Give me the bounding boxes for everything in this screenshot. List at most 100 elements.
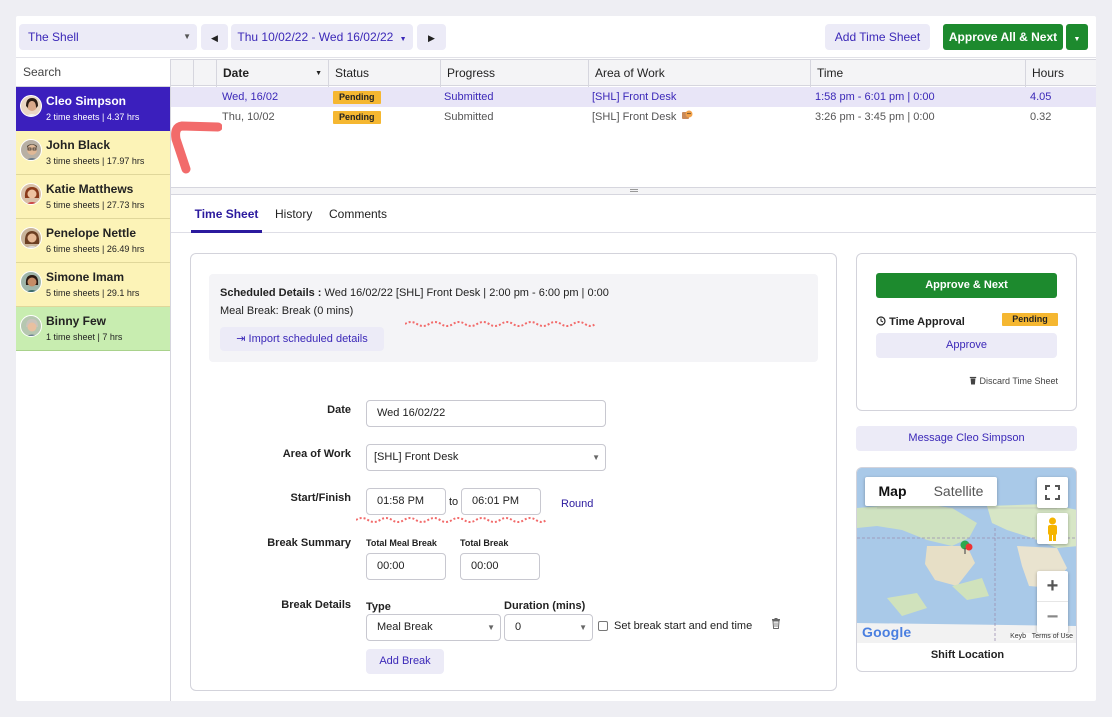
date-field[interactable]: Wed 16/02/22 (366, 400, 606, 427)
start-time-field[interactable]: 01:58 PM (366, 488, 446, 515)
add-timesheet-button[interactable]: Add Time Sheet (825, 24, 930, 50)
duration-label: Duration (mins) (504, 600, 586, 612)
progress-column-header[interactable]: Progress (440, 60, 588, 87)
avatar (20, 95, 42, 117)
tab-comments[interactable]: Comments (329, 196, 387, 233)
area-label: Area of Work (282, 448, 351, 460)
trash-icon[interactable] (771, 618, 781, 632)
detail-tabs: Time Sheet History Comments (171, 196, 1096, 233)
next-week-button[interactable]: ▶ (417, 24, 446, 50)
shift-location-map: Map Satellite + − Google Keyb Terms of U… (856, 467, 1077, 672)
employee-item[interactable]: Penelope Nettle 6 time sheets | 26.49 hr… (16, 219, 170, 263)
avatar (20, 315, 42, 337)
round-link[interactable]: Round (561, 498, 593, 510)
row-area: [SHL] Front Desk (592, 91, 677, 103)
employee-summary: 3 time sheets | 17.97 hrs (46, 156, 145, 166)
street-view-button[interactable] (1037, 513, 1068, 544)
scheduled-meal-break: Meal Break: Break (0 mins) (220, 305, 354, 317)
annotation-squiggle (356, 517, 546, 523)
row-area: [SHL] Front Desk (592, 111, 677, 123)
chevron-right-icon: ▶ (428, 33, 435, 43)
map-type-toggle: Map Satellite (865, 477, 997, 506)
scheduled-details-line: Scheduled Details : Wed 16/02/22 [SHL] F… (220, 287, 609, 299)
employee-name: Penelope Nettle (46, 226, 137, 240)
date-label: Date (327, 404, 351, 416)
tab-history[interactable]: History (275, 196, 312, 233)
row-date: Thu, 10/02 (222, 111, 275, 123)
employee-item[interactable]: Simone Imam 5 time sheets | 29.1 hrs (16, 263, 170, 307)
date-column-header[interactable]: Date ▼ (216, 60, 328, 87)
map-tab[interactable]: Map (865, 477, 920, 506)
zoom-out-button[interactable]: − (1037, 602, 1068, 632)
approve-all-menu-button[interactable]: ▼ (1066, 24, 1088, 50)
pegman-icon (1037, 517, 1068, 547)
employee-item[interactable]: Katie Matthews 5 time sheets | 27.73 hrs (16, 175, 170, 219)
employee-summary: 6 time sheets | 26.49 hrs (46, 244, 145, 254)
fullscreen-button[interactable] (1037, 477, 1068, 508)
finish-time-field[interactable]: 06:01 PM (461, 488, 541, 515)
avatar (20, 227, 42, 249)
row-progress: Submitted (444, 111, 494, 123)
employee-sidebar: Search Cleo Simpson 2 time sheets | 4.37… (16, 59, 222, 701)
status-badge: Pending (333, 87, 381, 107)
area-select-value: [SHL] Front Desk (374, 451, 459, 463)
total-meal-field[interactable]: 00:00 (366, 553, 446, 580)
set-start-end-checkbox[interactable] (598, 621, 608, 631)
import-scheduled-button[interactable]: ⇥ Import scheduled details (220, 327, 384, 351)
employee-summary: 2 time sheets | 4.37 hrs (46, 112, 140, 122)
total-break-field[interactable]: 00:00 (460, 553, 540, 580)
employee-search-input[interactable]: Search (16, 59, 170, 87)
employee-item[interactable]: John Black 3 time sheets | 17.97 hrs (16, 131, 170, 175)
pane-splitter[interactable] (171, 187, 1096, 195)
table-row[interactable]: Wed, 16/02 Pending Submitted [SHL] Front… (171, 87, 1096, 107)
approve-next-button[interactable]: Approve & Next (876, 273, 1057, 298)
google-logo: Google (862, 624, 912, 640)
employee-name: John Black (46, 138, 111, 152)
chevron-down-icon: ▼ (487, 623, 495, 632)
employee-name: Simone Imam (46, 270, 125, 284)
hours-column-header[interactable]: Hours (1025, 60, 1096, 87)
date-header-label: Date (223, 66, 250, 80)
chevron-down-icon: ▼ (1073, 36, 1081, 43)
employee-item[interactable]: Cleo Simpson 2 time sheets | 4.37 hrs (16, 87, 170, 131)
approve-button[interactable]: Approve (876, 333, 1057, 358)
satellite-tab[interactable]: Satellite (920, 477, 997, 506)
status-badge: Pending (333, 107, 381, 127)
trash-icon (969, 376, 980, 386)
employee-name: Cleo Simpson (46, 94, 127, 108)
type-label: Type (366, 601, 391, 613)
employee-name: Binny Few (46, 314, 107, 328)
break-details-label: Break Details (281, 599, 351, 611)
tab-time-sheet[interactable]: Time Sheet (191, 196, 262, 233)
discard-timesheet-link[interactable]: Discard Time Sheet (969, 376, 1058, 386)
date-range-select[interactable]: Thu 10/02/22 - Wed 16/02/22 ▼ (231, 24, 413, 50)
scheduled-details-box: Scheduled Details : Wed 16/02/22 [SHL] F… (209, 274, 818, 362)
avatar (20, 183, 42, 205)
employee-item[interactable]: Binny Few 1 time sheet | 7 hrs (16, 307, 170, 351)
break-type-value: Meal Break (377, 621, 433, 633)
break-summary-label: Break Summary (267, 537, 351, 549)
location-select[interactable]: The Shell ▼ (19, 24, 197, 50)
zoom-in-button[interactable]: + (1037, 571, 1068, 602)
emoji-icon (681, 107, 693, 127)
break-type-select[interactable]: Meal Break ▼ (366, 614, 501, 641)
area-select[interactable]: [SHL] Front Desk ▼ (366, 444, 606, 471)
time-approval-label: Time Approval (876, 316, 965, 328)
status-column-header[interactable]: Status (328, 60, 440, 87)
row-progress: Submitted (444, 91, 494, 103)
row-date: Wed, 16/02 (222, 91, 279, 103)
shift-location-caption: Shift Location (930, 649, 1005, 661)
avatar (20, 271, 42, 293)
map-attribution[interactable]: Keyb Terms of Use (1010, 633, 1073, 640)
area-column-header[interactable]: Area of Work (588, 60, 810, 87)
approve-all-next-button[interactable]: Approve All & Next (943, 24, 1063, 50)
chevron-down-icon: ▼ (399, 36, 407, 43)
add-break-button[interactable]: Add Break (366, 649, 444, 674)
table-row[interactable]: Thu, 10/02 Pending Submitted [SHL] Front… (171, 107, 1096, 127)
prev-week-button[interactable]: ◀ (201, 24, 228, 50)
total-meal-label: Total Meal Break (366, 538, 437, 548)
message-employee-button[interactable]: Message Cleo Simpson (856, 426, 1077, 451)
approval-status-badge: Pending (1002, 313, 1058, 326)
duration-select[interactable]: 0 ▼ (504, 614, 593, 641)
time-column-header[interactable]: Time (810, 60, 1025, 87)
